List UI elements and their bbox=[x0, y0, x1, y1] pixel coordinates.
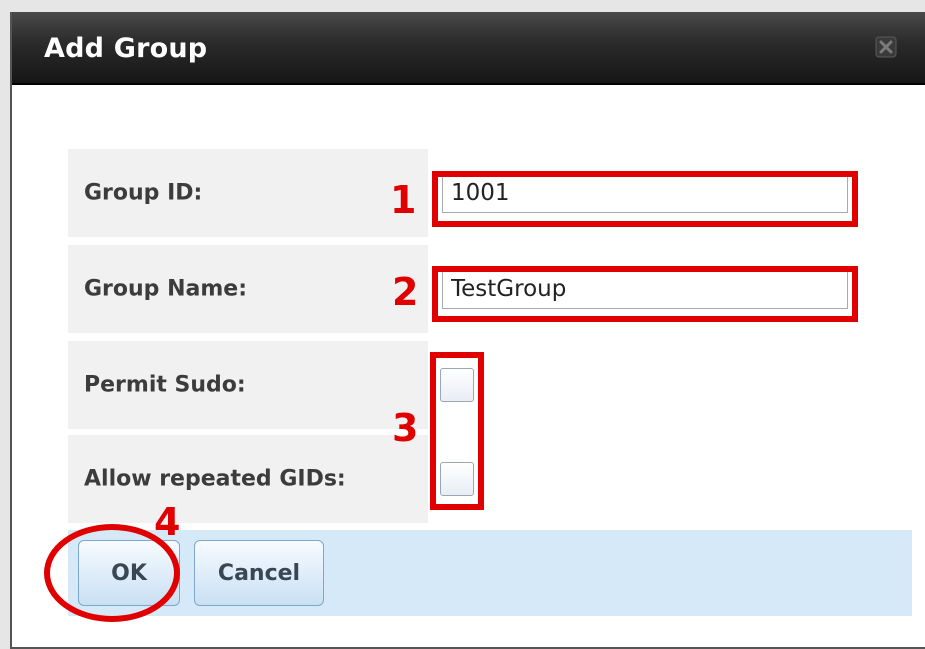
permit-sudo-row: Permit Sudo: bbox=[68, 341, 912, 429]
annotation-box-group-name bbox=[432, 266, 858, 322]
close-icon[interactable] bbox=[875, 36, 897, 58]
allow-repeated-gids-row: Allow repeated GIDs: bbox=[68, 435, 912, 523]
annotation-box-checkboxes bbox=[430, 352, 484, 510]
cancel-button[interactable]: Cancel bbox=[194, 540, 324, 606]
group-name-label-cell: Group Name: bbox=[68, 245, 428, 333]
dialog-title: Add Group bbox=[44, 33, 208, 64]
add-group-dialog: Add Group Group ID: Group Name: Permit S… bbox=[10, 12, 925, 649]
annotation-box-group-id bbox=[432, 171, 858, 227]
dialog-titlebar[interactable]: Add Group bbox=[12, 12, 925, 85]
group-id-label-cell: Group ID: bbox=[68, 149, 428, 237]
allow-repeated-gids-label-cell: Allow repeated GIDs: bbox=[68, 435, 428, 523]
annotation-number-1: 1 bbox=[390, 178, 417, 222]
permit-sudo-label-cell: Permit Sudo: bbox=[68, 341, 428, 429]
group-name-label: Group Name: bbox=[84, 276, 247, 302]
dialog-button-bar: OK Cancel bbox=[68, 530, 912, 616]
annotation-number-2: 2 bbox=[392, 270, 419, 314]
annotation-circle-ok bbox=[44, 524, 180, 622]
group-id-label: Group ID: bbox=[84, 180, 203, 206]
annotation-number-3: 3 bbox=[392, 406, 419, 450]
permit-sudo-label: Permit Sudo: bbox=[84, 372, 246, 398]
allow-repeated-gids-label: Allow repeated GIDs: bbox=[84, 466, 346, 492]
